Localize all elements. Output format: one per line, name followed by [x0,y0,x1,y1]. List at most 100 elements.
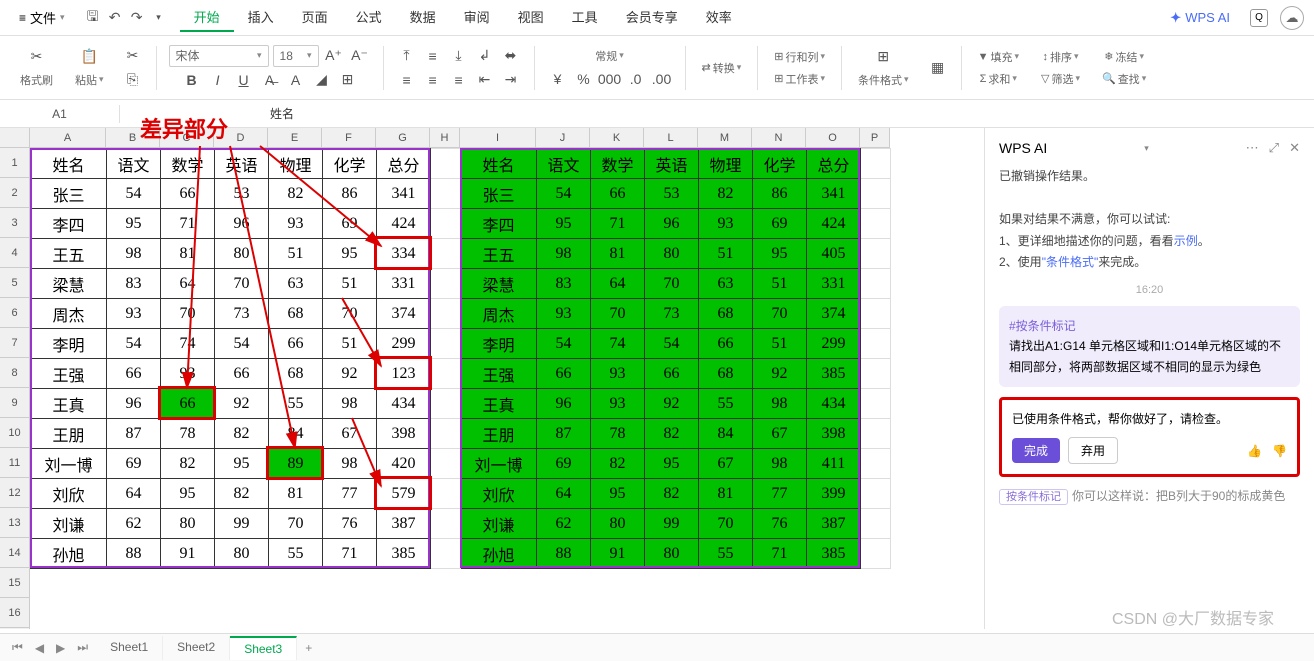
cell[interactable]: 刘谦 [31,509,107,539]
cell[interactable]: 55 [699,539,753,569]
sort-button[interactable]: ↕ 排序▾ [1038,47,1082,67]
cell[interactable]: 84 [269,419,323,449]
row-header[interactable]: 7 [0,328,30,358]
cell[interactable]: 64 [161,269,215,299]
hint-tag[interactable]: 按条件标记 [999,489,1068,505]
cell[interactable]: 299 [807,329,861,359]
ai-search-icon[interactable]: Q [1250,9,1268,27]
cell[interactable]: 55 [269,389,323,419]
format-painter-icon[interactable]: ✂ [26,46,48,68]
menu-页面[interactable]: 页面 [288,3,342,32]
more-icon[interactable]: ⋯ [1246,140,1259,156]
align-right-icon[interactable]: ≡ [448,69,470,91]
cell[interactable] [431,419,461,449]
cell[interactable] [431,239,461,269]
cell[interactable]: 刘谦 [461,509,537,539]
tab-nav-next[interactable]: ▶ [52,641,69,655]
cell[interactable] [431,389,461,419]
cell[interactable] [861,479,891,509]
menu-审阅[interactable]: 审阅 [450,3,504,32]
cell[interactable] [431,209,461,239]
menu-开始[interactable]: 开始 [180,3,234,32]
cell[interactable]: 399 [807,479,861,509]
cell[interactable]: 69 [323,209,377,239]
cell[interactable]: 68 [699,359,753,389]
cell[interactable]: 331 [377,269,431,299]
sheet-tab[interactable]: Sheet1 [96,636,163,660]
cell[interactable]: 95 [753,239,807,269]
cell[interactable]: 71 [591,209,645,239]
cell[interactable]: 71 [323,539,377,569]
cell[interactable]: 数学 [161,149,215,179]
cell[interactable]: 54 [107,329,161,359]
cell[interactable]: 82 [161,449,215,479]
cell[interactable]: 66 [699,329,753,359]
worksheet-button[interactable]: ⊞ 工作表▾ [770,69,829,89]
menu-效率[interactable]: 效率 [692,3,746,32]
row-header[interactable]: 6 [0,298,30,328]
cell[interactable]: 387 [807,509,861,539]
cell[interactable]: 总分 [377,149,431,179]
col-header[interactable]: H [430,128,460,148]
cell[interactable]: 80 [161,509,215,539]
cell[interactable]: 语文 [537,149,591,179]
cell[interactable]: 81 [269,479,323,509]
tab-nav-prev[interactable]: ◀ [31,641,48,655]
cell[interactable]: 98 [323,389,377,419]
thumbs-up-icon[interactable]: 👍 [1247,444,1262,458]
cell[interactable]: 63 [699,269,753,299]
cell[interactable]: 98 [753,449,807,479]
cell[interactable]: 385 [377,539,431,569]
cell[interactable]: 95 [107,209,161,239]
cell[interactable] [431,179,461,209]
menu-数据[interactable]: 数据 [396,3,450,32]
more-icon[interactable]: ▾ [148,7,170,29]
cell[interactable]: 张三 [31,179,107,209]
row-header[interactable]: 3 [0,208,30,238]
copy-icon[interactable]: ⎘ [122,69,144,91]
cell[interactable] [861,299,891,329]
cell[interactable] [861,329,891,359]
cell[interactable]: 66 [161,179,215,209]
save-icon[interactable]: 🖫 [82,7,104,29]
example-link[interactable]: 示例 [1174,234,1198,248]
cell[interactable]: 86 [753,179,807,209]
align-left-icon[interactable]: ≡ [396,69,418,91]
cell[interactable]: 82 [645,479,699,509]
italic-icon[interactable]: I [207,69,229,91]
cell[interactable]: 66 [645,359,699,389]
cell[interactable]: 82 [215,419,269,449]
cell[interactable]: 69 [537,449,591,479]
sheet-tab[interactable]: Sheet3 [230,636,297,660]
cell[interactable]: 98 [753,389,807,419]
cell[interactable]: 341 [377,179,431,209]
cell[interactable]: 81 [699,479,753,509]
cell[interactable]: 53 [645,179,699,209]
cell[interactable]: 385 [807,539,861,569]
cell[interactable]: 93 [269,209,323,239]
cell[interactable]: 梁慧 [31,269,107,299]
cell[interactable]: 385 [807,359,861,389]
cell[interactable]: 95 [591,479,645,509]
cell[interactable]: 99 [645,509,699,539]
cell[interactable]: 80 [215,239,269,269]
cell[interactable] [861,509,891,539]
cell[interactable]: 王强 [461,359,537,389]
cell[interactable]: 82 [591,449,645,479]
cell[interactable]: 92 [645,389,699,419]
spreadsheet[interactable]: ABCDEFGHIJKLMNOP 12345678910111213141516… [0,128,984,629]
cell[interactable]: 刘一博 [461,449,537,479]
cell[interactable]: 84 [699,419,753,449]
cell[interactable]: 398 [807,419,861,449]
cell[interactable]: 89 [269,449,323,479]
cell[interactable]: 96 [107,389,161,419]
cell[interactable]: 孙旭 [31,539,107,569]
cell[interactable]: 周杰 [31,299,107,329]
cell[interactable] [861,539,891,569]
cell[interactable]: 66 [161,389,215,419]
cell[interactable]: 51 [269,239,323,269]
row-header[interactable]: 14 [0,538,30,568]
row-header[interactable]: 15 [0,568,30,598]
cell[interactable]: 王朋 [31,419,107,449]
font-select[interactable]: 宋体▾ [169,45,269,67]
